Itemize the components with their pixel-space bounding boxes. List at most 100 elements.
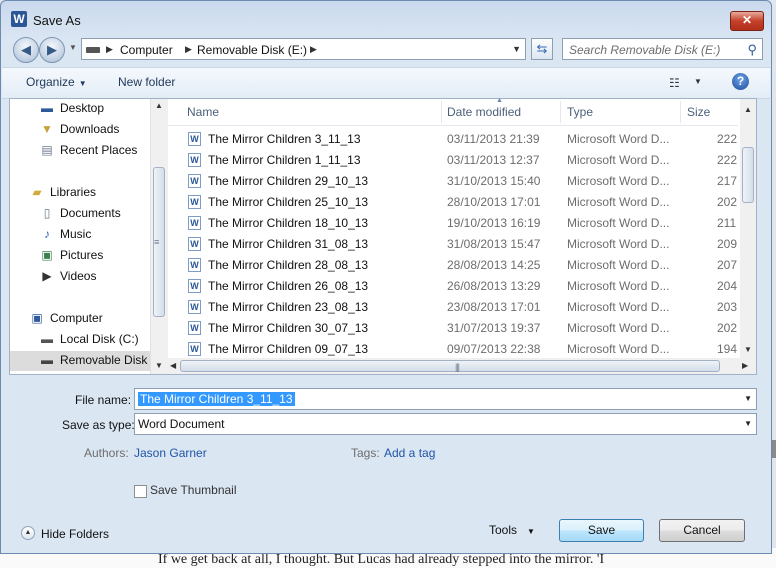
- scroll-left-arrow-icon[interactable]: ◀: [170, 361, 176, 370]
- file-size-cell: 204 K: [717, 279, 738, 293]
- breadcrumb-separator-icon[interactable]: ▶: [310, 44, 317, 55]
- breadcrumb-removable-disk[interactable]: Removable Disk (E:): [197, 43, 307, 57]
- forward-button[interactable]: ▶: [39, 37, 65, 63]
- nav-item-local-disk-c[interactable]: ▬ Local Disk (C:): [39, 330, 150, 350]
- search-icon[interactable]: ⚲: [747, 42, 757, 58]
- file-list-horizontal-scrollbar[interactable]: ◀ ||| ▶: [168, 358, 756, 374]
- breadcrumb-separator-icon[interactable]: ▶: [106, 44, 113, 55]
- organize-button[interactable]: Organize ▼: [26, 75, 87, 89]
- column-divider[interactable]: [441, 101, 442, 123]
- cancel-button[interactable]: Cancel: [659, 519, 745, 542]
- organize-label: Organize: [26, 75, 75, 89]
- title-bar[interactable]: W Save As ✕: [1, 1, 771, 35]
- file-row[interactable]: W The Mirror Children 28_08_13 28/08/2013 …: [168, 255, 738, 276]
- file-date-cell: 09/07/2013 22:38: [447, 342, 541, 356]
- authors-value[interactable]: Jason Garner: [134, 446, 207, 460]
- music-icon: ♪: [44, 227, 50, 241]
- vertical-scroll-thumb[interactable]: [742, 147, 754, 203]
- word-document-icon: W: [188, 279, 201, 293]
- nav-item-desktop[interactable]: ▬ Desktop: [39, 99, 150, 119]
- file-size-cell: 222 K: [717, 153, 738, 167]
- column-type[interactable]: Type: [567, 105, 593, 119]
- file-name-cell: The Mirror Children 09_07_13: [208, 342, 369, 356]
- help-icon[interactable]: ?: [732, 73, 749, 90]
- file-type-cell: Microsoft Word D...: [567, 216, 670, 230]
- file-name-field[interactable]: The Mirror Children 3_11_13 ▼: [134, 388, 757, 410]
- address-dropdown-icon[interactable]: ▼: [512, 44, 521, 54]
- background-document-text: If we get back at all, I thought. But Lu…: [158, 552, 605, 567]
- file-type-cell: Microsoft Word D...: [567, 132, 670, 146]
- organize-dropdown-icon: ▼: [78, 79, 87, 88]
- scroll-right-arrow-icon[interactable]: ▶: [742, 361, 748, 370]
- nav-item-documents[interactable]: ▯ Documents: [39, 204, 150, 224]
- file-row[interactable]: W The Mirror Children 1_11_13 03/11/2013 1…: [168, 150, 738, 171]
- nav-item-computer[interactable]: ▣ Computer: [29, 309, 150, 329]
- close-button[interactable]: ✕: [730, 11, 764, 31]
- save-as-type-dropdown-icon[interactable]: ▼: [744, 419, 752, 428]
- file-name-cell: The Mirror Children 18_10_13: [208, 216, 369, 230]
- column-date-modified[interactable]: Date modified: [447, 105, 521, 119]
- word-document-icon: W: [188, 321, 201, 335]
- tools-button[interactable]: Tools ▼: [489, 523, 535, 537]
- file-row[interactable]: W The Mirror Children 23_08_13 23/08/2013 …: [168, 297, 738, 318]
- navigation-pane-scrollbar[interactable]: ▲ ≡ ▼: [150, 99, 168, 374]
- horizontal-scroll-thumb[interactable]: |||: [180, 360, 720, 372]
- nav-item-videos[interactable]: ▶ Videos: [39, 267, 150, 287]
- back-button[interactable]: ◀: [13, 37, 39, 63]
- nav-item-downloads[interactable]: ▼ Downloads: [39, 120, 150, 140]
- save-thumbnail-label[interactable]: Save Thumbnail: [150, 483, 237, 497]
- save-thumbnail-checkbox[interactable]: [134, 485, 147, 498]
- column-name[interactable]: Name: [187, 105, 219, 119]
- word-document-icon: W: [188, 258, 201, 272]
- file-row[interactable]: W The Mirror Children 26_08_13 26/08/2013 …: [168, 276, 738, 297]
- nav-item-label: Pictures: [60, 248, 104, 262]
- search-input[interactable]: Search Removable Disk (E:) ⚲: [562, 38, 763, 60]
- file-type-cell: Microsoft Word D...: [567, 195, 670, 209]
- collapse-up-icon[interactable]: ▲: [21, 526, 35, 540]
- browser-area: ▬ Desktop ▼ Downloads ▤ Recent Places ▰ Librari…: [9, 97, 757, 375]
- scroll-up-arrow-icon[interactable]: ▲: [744, 105, 752, 114]
- file-name-label: File name:: [75, 393, 132, 407]
- file-list-vertical-scrollbar[interactable]: ▲ ▼: [740, 99, 756, 358]
- breadcrumb-separator-icon[interactable]: ▶: [185, 44, 192, 55]
- column-size[interactable]: Size: [687, 105, 710, 119]
- tools-dropdown-icon: ▼: [527, 527, 535, 536]
- file-row[interactable]: W The Mirror Children 25_10_13 28/10/2013 …: [168, 192, 738, 213]
- save-button[interactable]: Save: [559, 519, 644, 542]
- file-type-cell: Microsoft Word D...: [567, 153, 670, 167]
- file-row[interactable]: W The Mirror Children 3_11_13 03/11/2013 2…: [168, 129, 738, 150]
- file-row[interactable]: W The Mirror Children 18_10_13 19/10/2013 …: [168, 213, 738, 234]
- nav-item-music[interactable]: ♪ Music: [39, 225, 150, 245]
- file-name-cell: The Mirror Children 3_11_13: [208, 132, 361, 146]
- scroll-down-arrow-icon[interactable]: ▼: [155, 361, 163, 370]
- column-divider[interactable]: [680, 101, 681, 123]
- scroll-up-arrow-icon[interactable]: ▲: [155, 101, 163, 110]
- file-row[interactable]: W The Mirror Children 29_10_13 31/10/2013 …: [168, 171, 738, 192]
- file-row[interactable]: W The Mirror Children 30_07_13 31/07/2013 …: [168, 318, 738, 339]
- nav-item-libraries[interactable]: ▰ Libraries: [29, 183, 150, 203]
- file-row[interactable]: W The Mirror Children 09_07_13 09/07/2013 …: [168, 339, 738, 357]
- save-as-type-select[interactable]: Word Document ▼: [134, 413, 757, 435]
- breadcrumb-computer[interactable]: Computer: [120, 43, 173, 57]
- hide-folders-button[interactable]: Hide Folders: [41, 527, 109, 541]
- new-folder-button[interactable]: New folder: [118, 75, 175, 89]
- nav-item-recent-places[interactable]: ▤ Recent Places: [39, 141, 150, 161]
- refresh-button[interactable]: ⇆: [531, 38, 553, 60]
- removable-disk-icon: ▬: [41, 353, 53, 367]
- file-row[interactable]: W The Mirror Children 31_08_13 31/08/2013 …: [168, 234, 738, 255]
- column-divider[interactable]: [560, 101, 561, 123]
- scroll-down-arrow-icon[interactable]: ▼: [744, 345, 752, 354]
- recent-pages-dropdown-icon[interactable]: ▼: [69, 43, 77, 52]
- view-options-icon[interactable]: ☷: [669, 76, 680, 90]
- save-as-type-value: Word Document: [138, 417, 225, 431]
- address-bar[interactable]: ▶ Computer ▶ Removable Disk (E:) ▶ ▼: [81, 38, 526, 60]
- nav-item-removable-disk[interactable]: ▬ Removable Disk (: [10, 351, 150, 371]
- view-dropdown-icon[interactable]: ▼: [694, 77, 702, 86]
- nav-item-pictures[interactable]: ▣ Pictures: [39, 246, 150, 266]
- file-type-cell: Microsoft Word D...: [567, 258, 670, 272]
- add-tag-link[interactable]: Add a tag: [384, 446, 435, 460]
- background-edge: [772, 440, 776, 458]
- refresh-icon: ⇆: [536, 41, 548, 56]
- desktop-icon: ▬: [41, 101, 53, 115]
- file-name-dropdown-icon[interactable]: ▼: [744, 394, 752, 403]
